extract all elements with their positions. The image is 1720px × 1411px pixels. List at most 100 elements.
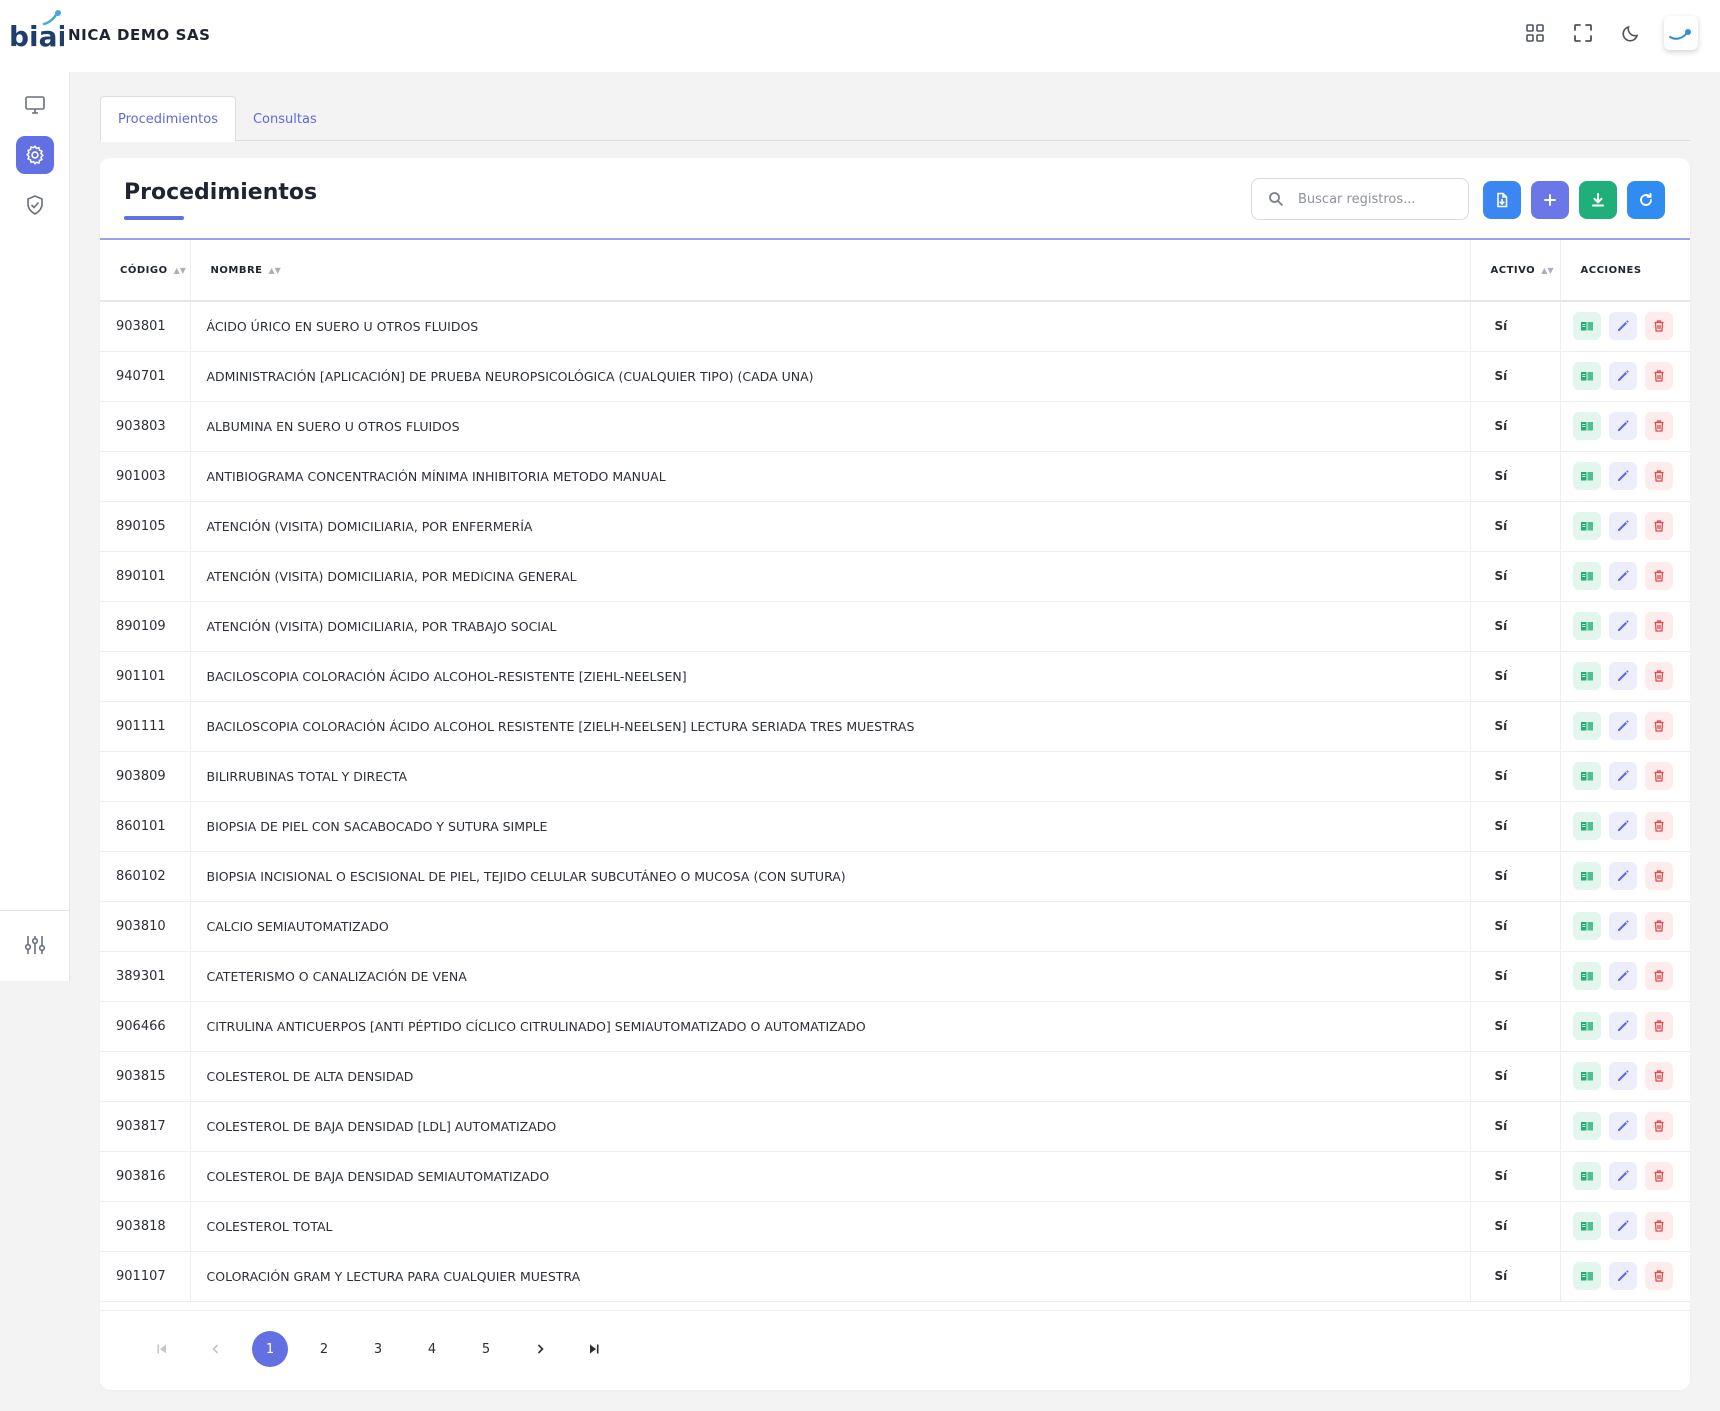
- view-button[interactable]: [1572, 1062, 1601, 1090]
- column-header-name[interactable]: NOMBRE ▲▼: [190, 240, 1470, 302]
- table-row[interactable]: 903801 ÁCIDO ÚRICO EN SUERO U OTROS FLUID…: [100, 301, 1690, 352]
- first-page-button[interactable]: [144, 1331, 180, 1367]
- page-button-2[interactable]: 2: [306, 1331, 342, 1367]
- view-button[interactable]: [1572, 1262, 1601, 1290]
- sidebar-item-preferences[interactable]: [16, 926, 54, 964]
- edit-button[interactable]: [1608, 662, 1637, 690]
- edit-button[interactable]: [1608, 312, 1637, 341]
- import-button[interactable]: [1483, 181, 1521, 219]
- delete-button[interactable]: [1644, 1112, 1673, 1140]
- view-button[interactable]: [1572, 962, 1601, 990]
- view-button[interactable]: [1572, 562, 1601, 590]
- view-button[interactable]: [1572, 362, 1601, 390]
- table-row[interactable]: 903816 COLESTEROL DE BAJA DENSIDAD SEMIAU…: [100, 1151, 1690, 1202]
- view-button[interactable]: [1572, 1012, 1601, 1040]
- table-row[interactable]: 903817 COLESTEROL DE BAJA DENSIDAD [LDL] …: [100, 1101, 1690, 1152]
- table-row[interactable]: 860101 BIOPSIA DE PIEL CON SACABOCADO Y S…: [100, 801, 1690, 852]
- edit-button[interactable]: [1608, 1212, 1637, 1240]
- edit-button[interactable]: [1608, 762, 1637, 790]
- delete-button[interactable]: [1644, 362, 1673, 390]
- delete-button[interactable]: [1644, 762, 1673, 790]
- table-row[interactable]: 903803 ALBUMINA EN SUERO U OTROS FLUIDOS S…: [100, 401, 1690, 452]
- delete-button[interactable]: [1644, 612, 1673, 640]
- view-button[interactable]: [1572, 312, 1601, 341]
- sidebar-item-settings[interactable]: [16, 136, 54, 174]
- view-button[interactable]: [1572, 912, 1601, 940]
- edit-button[interactable]: [1608, 362, 1637, 390]
- edit-button[interactable]: [1608, 562, 1637, 590]
- edit-button[interactable]: [1608, 962, 1637, 990]
- sidebar-item-security[interactable]: [16, 186, 54, 224]
- tab-consultas[interactable]: Consultas: [236, 96, 334, 142]
- table-row[interactable]: 389301 CATETERISMO O CANALIZACIÓN DE VENA…: [100, 951, 1690, 1002]
- moon-icon[interactable]: [1616, 16, 1646, 50]
- table-row[interactable]: 890105 ATENCIÓN (VISITA) DOMICILIARIA, PO…: [100, 501, 1690, 552]
- table-row[interactable]: 940701 ADMINISTRACIÓN [APLICACIÓN] DE PRU…: [100, 351, 1690, 402]
- view-button[interactable]: [1572, 812, 1601, 840]
- table-row[interactable]: 901101 BACILOSCOPIA COLORACIÓN ÁCIDO ALCO…: [100, 651, 1690, 702]
- column-header-active[interactable]: ACTIVO ▲▼: [1469, 240, 1561, 302]
- delete-button[interactable]: [1644, 862, 1673, 890]
- edit-button[interactable]: [1608, 1062, 1637, 1090]
- view-button[interactable]: [1572, 1212, 1601, 1240]
- next-page-button[interactable]: [522, 1331, 558, 1367]
- delete-button[interactable]: [1644, 912, 1673, 940]
- search-box[interactable]: [1251, 178, 1469, 220]
- edit-button[interactable]: [1608, 1262, 1637, 1290]
- edit-button[interactable]: [1608, 912, 1637, 940]
- delete-button[interactable]: [1644, 712, 1673, 740]
- page-button-5[interactable]: 5: [468, 1331, 504, 1367]
- table-row[interactable]: 890101 ATENCIÓN (VISITA) DOMICILIARIA, PO…: [100, 551, 1690, 602]
- last-page-button[interactable]: [576, 1331, 612, 1367]
- table-row[interactable]: 901107 COLORACIÓN GRAM Y LECTURA PARA CUA…: [100, 1251, 1690, 1302]
- view-button[interactable]: [1572, 612, 1601, 640]
- download-button[interactable]: [1579, 181, 1617, 219]
- edit-button[interactable]: [1608, 1012, 1637, 1040]
- delete-button[interactable]: [1644, 1012, 1673, 1040]
- delete-button[interactable]: [1644, 1062, 1673, 1090]
- table-row[interactable]: 860102 BIOPSIA INCISIONAL O ESCISIONAL DE…: [100, 851, 1690, 902]
- edit-button[interactable]: [1608, 1162, 1637, 1190]
- delete-button[interactable]: [1644, 812, 1673, 840]
- table-row[interactable]: 903809 BILIRRUBINAS TOTAL Y DIRECTA Sí: [100, 751, 1690, 802]
- user-avatar[interactable]: [1664, 16, 1698, 50]
- table-row[interactable]: 901111 BACILOSCOPIA COLORACIÓN ÁCIDO ALCO…: [100, 701, 1690, 752]
- page-button-1[interactable]: 1: [252, 1331, 288, 1367]
- refresh-button[interactable]: [1627, 181, 1665, 219]
- edit-button[interactable]: [1608, 412, 1637, 440]
- column-header-code[interactable]: CÓDIGO ▲▼: [100, 240, 191, 302]
- view-button[interactable]: [1572, 762, 1601, 790]
- delete-button[interactable]: [1644, 412, 1673, 440]
- delete-button[interactable]: [1644, 662, 1673, 690]
- table-row[interactable]: 903815 COLESTEROL DE ALTA DENSIDAD Sí: [100, 1051, 1690, 1102]
- view-button[interactable]: [1572, 862, 1601, 890]
- view-button[interactable]: [1572, 462, 1601, 490]
- add-button[interactable]: [1531, 181, 1569, 219]
- delete-button[interactable]: [1644, 962, 1673, 990]
- delete-button[interactable]: [1644, 562, 1673, 590]
- delete-button[interactable]: [1644, 1162, 1673, 1190]
- table-row[interactable]: 903818 COLESTEROL TOTAL Sí: [100, 1201, 1690, 1252]
- edit-button[interactable]: [1608, 512, 1637, 540]
- sidebar-item-dashboard[interactable]: [16, 86, 54, 124]
- edit-button[interactable]: [1608, 812, 1637, 840]
- delete-button[interactable]: [1644, 1212, 1673, 1240]
- fullscreen-icon[interactable]: [1568, 16, 1598, 50]
- search-input[interactable]: [1298, 191, 1448, 207]
- view-button[interactable]: [1572, 1112, 1601, 1140]
- edit-button[interactable]: [1608, 1112, 1637, 1140]
- page-button-3[interactable]: 3: [360, 1331, 396, 1367]
- view-button[interactable]: [1572, 412, 1601, 440]
- table-row[interactable]: 890109 ATENCIÓN (VISITA) DOMICILIARIA, PO…: [100, 601, 1690, 652]
- view-button[interactable]: [1572, 712, 1601, 740]
- edit-button[interactable]: [1608, 612, 1637, 640]
- table-row[interactable]: 903810 CALCIO SEMIAUTOMATIZADO Sí: [100, 901, 1690, 952]
- delete-button[interactable]: [1644, 1262, 1673, 1290]
- biai-logo[interactable]: biai: [8, 10, 67, 53]
- edit-button[interactable]: [1608, 462, 1637, 490]
- apps-grid-icon[interactable]: [1520, 16, 1550, 50]
- table-row[interactable]: 906466 CITRULINA ANTICUERPOS [ANTI PÉPTID…: [100, 1001, 1690, 1052]
- delete-button[interactable]: [1644, 312, 1673, 341]
- view-button[interactable]: [1572, 512, 1601, 540]
- edit-button[interactable]: [1608, 712, 1637, 740]
